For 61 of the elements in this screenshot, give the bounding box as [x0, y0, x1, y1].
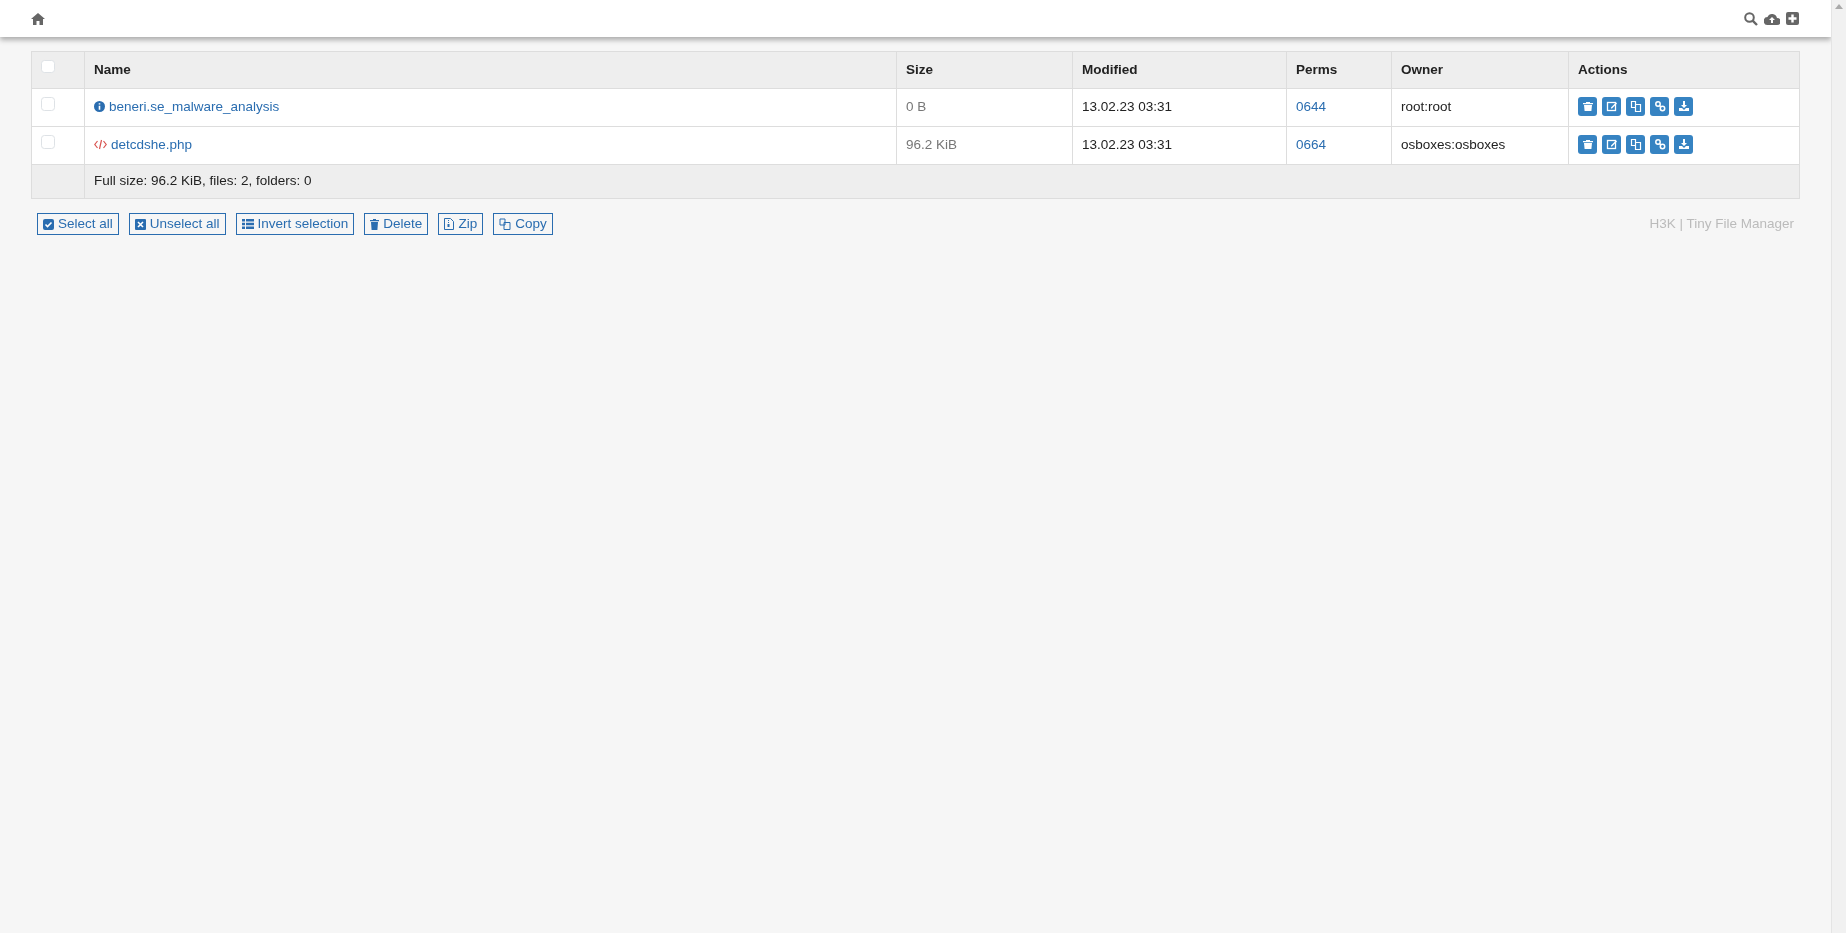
- modified-date: 13.02.23 03:31: [1072, 88, 1287, 127]
- select-all-button[interactable]: Select all: [37, 213, 119, 235]
- copy-button[interactable]: Copy: [493, 213, 553, 235]
- delete-button[interactable]: Delete: [364, 213, 429, 235]
- checkbox[interactable]: [41, 135, 55, 149]
- up-arrow-icon[interactable]: [1835, 4, 1843, 9]
- invert-selection-button[interactable]: Invert selection: [235, 213, 355, 235]
- summary-text: Full size: 96.2 KiB, files: 2, folders: 0: [84, 164, 1800, 199]
- plus-square-icon[interactable]: [1786, 12, 1799, 25]
- trash-icon: [1581, 100, 1594, 113]
- rename-button[interactable]: [1602, 96, 1621, 116]
- file-owner: root:root: [1391, 88, 1569, 127]
- edit-icon: [1605, 138, 1618, 151]
- copy-icon: [499, 218, 512, 230]
- footer-credit: H3K | Tiny File Manager: [1649, 214, 1794, 233]
- column-header: Name: [84, 51, 897, 89]
- link-icon: [1653, 138, 1666, 151]
- file-owner: osboxes:osboxes: [1391, 126, 1569, 165]
- permissions-link[interactable]: 0644: [1296, 99, 1327, 115]
- checkbox[interactable]: [41, 59, 55, 74]
- edit-icon: [1605, 100, 1618, 113]
- scrollbar[interactable]: [1831, 0, 1846, 933]
- download-button[interactable]: [1674, 96, 1693, 116]
- copy-button[interactable]: [1626, 96, 1645, 116]
- file-size: 0 B: [896, 88, 1073, 127]
- permissions-link[interactable]: 0664: [1296, 137, 1327, 153]
- zip-button[interactable]: Zip: [438, 213, 484, 235]
- file-link[interactable]: beneri.se_malware_analysis: [94, 96, 280, 117]
- column-header: Size: [896, 51, 1073, 89]
- column-header: Owner: [1391, 51, 1569, 89]
- delete-button[interactable]: [1578, 96, 1597, 116]
- column-header: Actions: [1568, 51, 1800, 89]
- copy-button[interactable]: [1626, 134, 1645, 154]
- modified-date: 13.02.23 03:31: [1072, 126, 1287, 165]
- file-link[interactable]: detcdshe.php: [94, 134, 193, 155]
- info-icon: [94, 101, 105, 113]
- trash-icon: [370, 218, 380, 230]
- copy-icon: [1629, 100, 1642, 113]
- column-header: Perms: [1286, 51, 1392, 89]
- cloud-upload-icon[interactable]: [1764, 12, 1780, 25]
- file-size: 96.2 KiB: [896, 126, 1073, 165]
- column-header: Modified: [1072, 51, 1287, 89]
- cross-icon: [134, 218, 146, 230]
- download-button[interactable]: [1674, 134, 1693, 154]
- delete-button[interactable]: [1578, 134, 1597, 154]
- checkbox[interactable]: [41, 97, 55, 111]
- direct-link-button[interactable]: [1650, 96, 1669, 116]
- list-icon: [241, 219, 254, 229]
- zip-file-icon: [444, 218, 455, 230]
- checkbox-icon: [43, 218, 54, 230]
- copy-icon: [1629, 138, 1642, 151]
- download-icon: [1677, 138, 1690, 151]
- home-icon[interactable]: [31, 12, 45, 25]
- code-icon: [94, 139, 107, 151]
- search-icon[interactable]: [1744, 11, 1758, 26]
- unselect-all-button[interactable]: Unselect all: [128, 213, 226, 235]
- download-icon: [1677, 100, 1690, 113]
- rename-button[interactable]: [1602, 134, 1621, 154]
- trash-icon: [1581, 138, 1594, 151]
- direct-link-button[interactable]: [1650, 134, 1669, 154]
- link-icon: [1653, 100, 1666, 113]
